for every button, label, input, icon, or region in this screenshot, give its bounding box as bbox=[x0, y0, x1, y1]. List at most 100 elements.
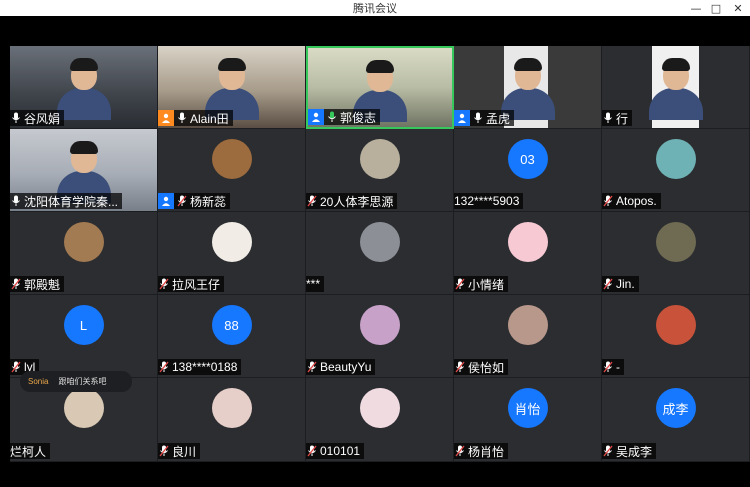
participant-tile[interactable]: 肖怡 杨肖怡 bbox=[454, 378, 602, 462]
close-button[interactable]: ✕ bbox=[726, 0, 750, 16]
participant-name: - bbox=[616, 360, 620, 374]
participant-name: 20人体李思源 bbox=[320, 194, 394, 209]
participant-tile[interactable]: 010101 bbox=[306, 378, 454, 462]
mic-icon bbox=[472, 111, 484, 125]
avatar: 成李 bbox=[655, 388, 696, 428]
participant-tile[interactable]: Llyl bbox=[10, 295, 158, 378]
avatar bbox=[63, 222, 104, 262]
mic-icon bbox=[176, 111, 188, 125]
host-icon bbox=[158, 193, 174, 209]
participant-name: 谷风娟 bbox=[24, 111, 61, 126]
host-icon bbox=[158, 110, 174, 126]
participant-tile[interactable]: 郭俊志 bbox=[306, 46, 454, 129]
avatar: 88 bbox=[211, 305, 252, 345]
participant-name: 杨新蕊 bbox=[190, 194, 227, 209]
avatar bbox=[211, 222, 252, 262]
participant-label: 行 bbox=[602, 110, 633, 126]
participant-label: 孟虎 bbox=[454, 110, 515, 126]
participant-name: 孟虎 bbox=[486, 111, 511, 126]
participant-tile[interactable]: 03 132****5903 bbox=[454, 129, 602, 212]
participant-label: 侯怡如 bbox=[454, 359, 509, 375]
mic-muted-icon bbox=[10, 277, 22, 291]
participant-tile[interactable]: 侯怡如 bbox=[454, 295, 602, 378]
chat-bubble[interactable]: Sonia 跟咱们关系吧 bbox=[20, 371, 132, 392]
mic-icon bbox=[10, 111, 22, 125]
chat-sender: Sonia bbox=[28, 377, 49, 386]
mic-muted-icon bbox=[306, 360, 318, 374]
participant-tile[interactable]: 小情绪 bbox=[454, 212, 602, 295]
participant-label: 沈阳体育学院秦... bbox=[10, 193, 123, 209]
participant-label: 010101 bbox=[306, 443, 365, 459]
mic-muted-icon bbox=[602, 277, 614, 291]
mic-icon bbox=[326, 110, 338, 124]
participant-tile[interactable]: BeautyYu bbox=[306, 295, 454, 378]
video-feed bbox=[648, 58, 703, 120]
avatar: 03 bbox=[507, 139, 548, 179]
mic-muted-icon bbox=[454, 277, 466, 291]
participant-tile[interactable]: 郭殿魁 bbox=[10, 212, 158, 295]
participant-tile[interactable]: 88 138****0188 bbox=[158, 295, 306, 378]
avatar bbox=[359, 388, 400, 428]
window-title: 腾讯会议 bbox=[353, 3, 397, 15]
chat-message: 跟咱们关系吧 bbox=[58, 377, 107, 386]
participant-grid: 谷风娟 Alain田 郭俊志 孟虎 行沈阳体育学院秦... 杨新蕊 20人体李思源 03 132… bbox=[10, 46, 750, 462]
avatar bbox=[63, 388, 104, 428]
participant-tile[interactable]: - bbox=[602, 295, 750, 378]
participant-name: 拉风王仔 bbox=[172, 277, 221, 292]
avatar: 肖怡 bbox=[507, 388, 548, 428]
mic-muted-icon bbox=[454, 360, 466, 374]
maximize-button[interactable]: □ bbox=[704, 0, 728, 16]
participant-tile[interactable]: 孟虎 bbox=[454, 46, 602, 129]
participant-label: Alain田 bbox=[158, 110, 233, 126]
participant-label: 杨新蕊 bbox=[158, 193, 231, 209]
participant-name: 010101 bbox=[320, 444, 361, 458]
video-feed bbox=[56, 58, 111, 120]
participant-label: 郭俊志 bbox=[308, 109, 381, 125]
bottom-strip bbox=[0, 462, 750, 487]
participant-label: 拉风王仔 bbox=[158, 276, 225, 292]
mic-muted-icon bbox=[176, 194, 188, 208]
participant-tile[interactable]: 良川 bbox=[158, 378, 306, 462]
avatar bbox=[655, 222, 696, 262]
avatar: L bbox=[63, 305, 104, 345]
mic-muted-icon bbox=[10, 360, 22, 374]
title-bar: 腾讯会议 bbox=[0, 0, 750, 16]
participant-label: *** bbox=[306, 276, 325, 292]
participant-label: 良川 bbox=[158, 443, 201, 459]
participant-tile[interactable]: 成李吴成李 bbox=[602, 378, 750, 462]
avatar bbox=[507, 305, 548, 345]
participant-tile[interactable]: 20人体李思源 bbox=[306, 129, 454, 212]
mic-muted-icon bbox=[158, 444, 170, 458]
avatar bbox=[359, 222, 400, 262]
mic-muted-icon bbox=[158, 277, 170, 291]
participant-tile[interactable]: *** bbox=[306, 212, 454, 295]
mic-muted-icon bbox=[158, 360, 170, 374]
participant-label: Jin. bbox=[602, 276, 639, 292]
participant-name: 烂柯人 bbox=[10, 444, 47, 459]
participant-tile[interactable]: Alain田 bbox=[158, 46, 306, 129]
participant-name: 138****0188 bbox=[172, 360, 238, 374]
participant-tile[interactable]: Jin. bbox=[602, 212, 750, 295]
host-icon bbox=[454, 110, 470, 126]
participant-name: 侯怡如 bbox=[468, 360, 505, 375]
participant-tile[interactable]: 谷风娟 bbox=[10, 46, 158, 129]
participant-tile[interactable]: 行 bbox=[602, 46, 750, 129]
mic-muted-icon bbox=[306, 444, 318, 458]
participant-name: Alain田 bbox=[190, 111, 229, 126]
participant-name: 郭殿魁 bbox=[24, 277, 61, 292]
participant-label: BeautyYu bbox=[306, 359, 376, 375]
participant-tile[interactable]: 拉风王仔 bbox=[158, 212, 306, 295]
participant-tile[interactable]: 沈阳体育学院秦... bbox=[10, 129, 158, 212]
participant-name: 郭俊志 bbox=[340, 110, 377, 125]
avatar bbox=[655, 139, 696, 179]
participant-name: Atopos. bbox=[616, 194, 657, 208]
mic-icon bbox=[602, 111, 614, 125]
participant-label: - bbox=[602, 359, 624, 375]
participant-tile[interactable]: Atopos. bbox=[602, 129, 750, 212]
participant-label: 谷风娟 bbox=[10, 110, 65, 126]
avatar bbox=[211, 139, 252, 179]
participant-name: 沈阳体育学院秦... bbox=[24, 194, 119, 209]
participant-name: BeautyYu bbox=[320, 360, 372, 374]
participant-name: 吴成李 bbox=[616, 444, 653, 459]
participant-tile[interactable]: 杨新蕊 bbox=[158, 129, 306, 212]
